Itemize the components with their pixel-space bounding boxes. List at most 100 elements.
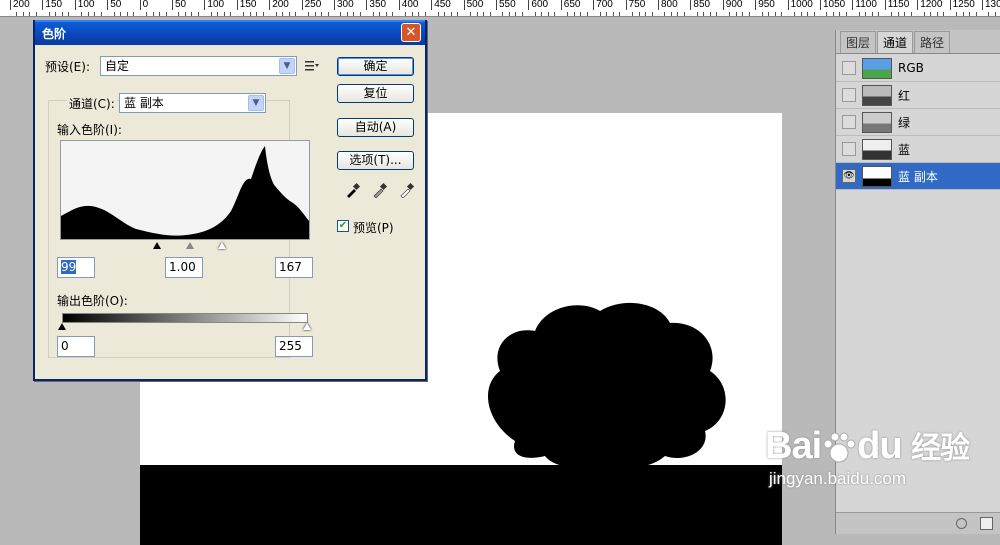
ruler-minor-tick xyxy=(321,12,323,16)
input-black-field[interactable]: 99 xyxy=(57,257,95,278)
ruler-tick-label: 50 xyxy=(172,0,186,10)
visibility-toggle[interactable] xyxy=(842,88,856,102)
ruler-minor-tick xyxy=(68,12,70,16)
ruler-minor-tick xyxy=(210,12,212,16)
ruler-minor-tick xyxy=(126,12,128,16)
visibility-toggle[interactable] xyxy=(842,61,856,75)
output-black-slider[interactable] xyxy=(58,323,66,330)
preset-select[interactable]: 自定 ▼ xyxy=(100,56,297,76)
ruler-tick-label: 650 xyxy=(560,0,580,10)
ruler-minor-tick xyxy=(534,12,536,16)
ruler-minor-tick xyxy=(470,12,472,16)
preview-checkbox[interactable]: ✔ xyxy=(337,220,349,232)
ruler-minor-tick xyxy=(327,12,329,16)
input-white-field[interactable]: 167 xyxy=(275,257,313,278)
tab-channels[interactable]: 通道 xyxy=(877,31,914,53)
ruler-tick-label: 250 xyxy=(301,0,321,10)
ruler-minor-tick xyxy=(22,12,24,16)
ruler-minor-tick xyxy=(16,12,18,16)
reset-button[interactable]: 复位 xyxy=(337,84,414,103)
new-channel-icon[interactable] xyxy=(980,517,993,530)
ruler-minor-tick xyxy=(969,12,971,16)
preset-value: 自定 xyxy=(105,59,130,73)
ruler-tick-label: 0 xyxy=(139,0,148,10)
output-levels-label: 输出色阶(O): xyxy=(57,294,128,308)
ruler-tick-label: 750 xyxy=(625,0,645,10)
ruler-minor-tick xyxy=(541,12,543,16)
panel-footer xyxy=(836,512,1000,534)
ruler-minor-tick xyxy=(554,12,556,16)
load-selection-icon[interactable] xyxy=(956,518,967,529)
ruler-tick-label: 1300 xyxy=(982,0,1000,10)
ruler-tick-label: 150 xyxy=(236,0,256,10)
tab-layers[interactable]: 图层 xyxy=(840,31,877,53)
ruler-minor-tick xyxy=(677,12,679,16)
close-button[interactable]: ✕ xyxy=(401,23,421,42)
output-black-field[interactable]: 0 xyxy=(57,336,95,357)
ruler-minor-tick xyxy=(956,12,958,16)
watermark-url: jingyan.baidu.com xyxy=(769,469,907,488)
ruler-minor-tick xyxy=(217,12,219,16)
black-eyedropper-icon[interactable] xyxy=(345,182,361,198)
channel-row-blue-copy[interactable]: 👁 蓝 副本 xyxy=(836,163,1000,190)
ruler-minor-tick xyxy=(340,12,342,16)
dialog-titlebar[interactable]: 色阶 xyxy=(35,20,425,45)
ruler-minor-tick xyxy=(295,12,297,16)
ruler-minor-tick xyxy=(807,12,809,16)
input-white-slider[interactable] xyxy=(218,242,226,249)
channel-thumbnail xyxy=(862,84,892,106)
channel-row-green[interactable]: 绿 xyxy=(836,109,1000,136)
ruler-minor-tick xyxy=(586,12,588,16)
ruler-minor-tick xyxy=(994,12,996,16)
tab-paths[interactable]: 路径 xyxy=(914,31,951,53)
histogram-graph xyxy=(61,146,309,239)
channel-row-red[interactable]: 红 xyxy=(836,82,1000,109)
ruler-tick-label: 850 xyxy=(690,0,710,10)
ruler-minor-tick xyxy=(599,12,601,16)
ruler-minor-tick xyxy=(288,12,290,16)
ruler-tick-label: 200 xyxy=(269,0,289,10)
output-white-field[interactable]: 255 xyxy=(275,336,313,357)
ruler-minor-tick xyxy=(904,12,906,16)
ruler-minor-tick xyxy=(813,12,815,16)
channel-select[interactable]: 蓝 副本 ▼ xyxy=(119,93,266,113)
ruler-minor-tick xyxy=(800,12,802,16)
channel-row-blue[interactable]: 蓝 xyxy=(836,136,1000,163)
ruler-minor-tick xyxy=(768,12,770,16)
visibility-toggle[interactable] xyxy=(842,115,856,129)
ruler-minor-tick xyxy=(61,12,63,16)
ruler-tick-label: 1150 xyxy=(884,0,909,10)
options-button[interactable]: 选项(T)... xyxy=(337,151,414,170)
ruler-minor-tick xyxy=(223,12,225,16)
ruler-tick-label: 1000 xyxy=(787,0,813,10)
horizontal-ruler: 200 150 100 50 0 50 100 150 200 250 300 350 400 450 50… xyxy=(0,0,1000,17)
auto-button[interactable]: 自动(A) xyxy=(337,118,414,137)
channel-thumbnail xyxy=(862,138,892,160)
ruler-minor-tick xyxy=(748,12,750,16)
input-gamma-slider[interactable] xyxy=(186,242,194,249)
ruler-minor-tick xyxy=(742,12,744,16)
ruler-minor-tick xyxy=(159,12,161,16)
input-levels-label: 输入色阶(I): xyxy=(57,123,122,137)
ruler-minor-tick xyxy=(444,12,446,16)
visibility-toggle[interactable] xyxy=(842,142,856,156)
ruler-minor-tick xyxy=(521,12,523,16)
ruler-minor-tick xyxy=(683,12,685,16)
preset-label: 预设(E): xyxy=(45,60,90,74)
ruler-minor-tick xyxy=(858,12,860,16)
ok-button[interactable]: 确定 xyxy=(337,57,414,76)
ruler-minor-tick xyxy=(146,12,148,16)
input-black-slider[interactable] xyxy=(153,242,161,249)
preset-options-icon[interactable] xyxy=(305,60,319,72)
ruler-minor-tick xyxy=(243,12,245,16)
gray-eyedropper-icon[interactable] xyxy=(372,182,388,198)
ruler-tick-label: 100 xyxy=(204,0,224,10)
eye-icon[interactable]: 👁 xyxy=(842,169,856,183)
ruler-minor-tick xyxy=(897,12,899,16)
input-gamma-field[interactable]: 1.00 xyxy=(165,257,203,278)
output-white-slider[interactable] xyxy=(303,323,311,330)
ruler-minor-tick xyxy=(489,12,491,16)
channel-row-rgb[interactable]: RGB xyxy=(836,55,1000,82)
white-eyedropper-icon[interactable] xyxy=(399,182,415,198)
ruler-minor-tick xyxy=(988,12,990,16)
